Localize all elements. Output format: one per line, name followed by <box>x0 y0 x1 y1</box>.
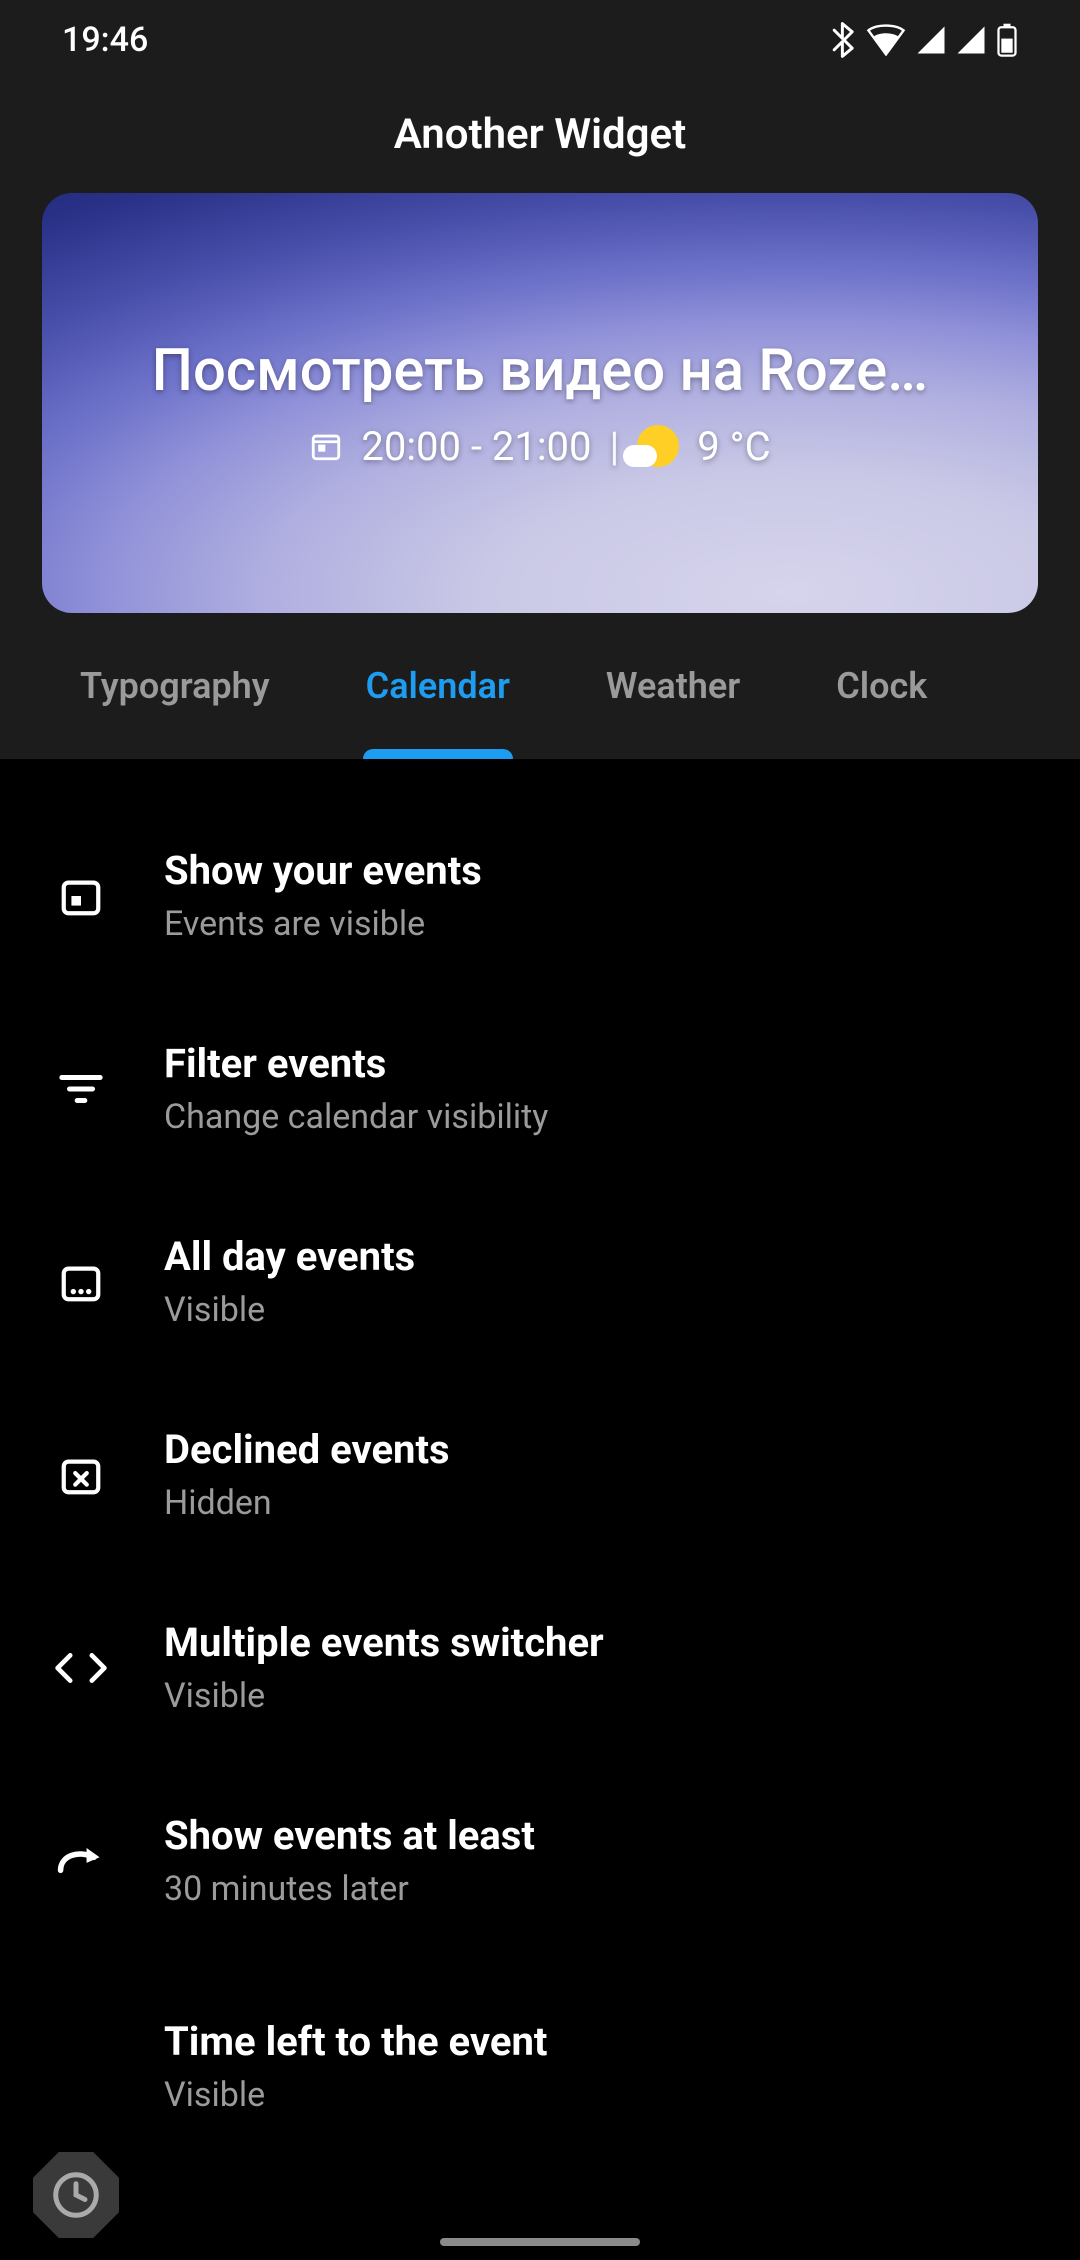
tab-weather[interactable]: Weather <box>558 613 788 759</box>
tab-typography[interactable]: Typography <box>0 613 318 759</box>
preview-event-title: Посмотреть видео на Roze… <box>152 337 928 405</box>
setting-subtitle: Change calendar visibility <box>164 1097 1028 1137</box>
setting-title: Multiple events switcher <box>164 1619 1028 1666</box>
clock-glyph <box>49 2168 103 2222</box>
widget-preview[interactable]: Посмотреть видео на Roze… 20:00 - 21:00 … <box>42 193 1038 613</box>
setting-filter-events[interactable]: Filter events Change calendar visibility <box>0 992 1080 1185</box>
calendar-icon <box>309 429 343 463</box>
setting-title: Show events at least <box>164 1812 1028 1859</box>
tab-label: Calendar <box>366 665 510 707</box>
setting-subtitle: Events are visible <box>164 904 1028 944</box>
setting-title: Time left to the event <box>164 2018 1028 2065</box>
preview-time: 20:00 - 21:00 <box>361 423 591 470</box>
tab-clock[interactable]: Clock <box>788 613 927 759</box>
tabs: Typography Calendar Weather Clock <box>0 613 1080 759</box>
clock-icon[interactable] <box>33 2152 119 2238</box>
calendar-week-icon <box>58 1259 104 1305</box>
redo-icon <box>55 1844 107 1878</box>
setting-subtitle: 30 minutes later <box>164 1869 1028 1909</box>
battery-icon <box>996 23 1018 57</box>
setting-title: Show your events <box>164 847 1028 894</box>
setting-title: Filter events <box>164 1040 1028 1087</box>
divider: | <box>609 423 619 470</box>
setting-multiple-events-switcher[interactable]: Multiple events switcher Visible <box>0 1571 1080 1764</box>
preview-temperature: 9 °C <box>697 423 770 470</box>
setting-subtitle: Visible <box>164 1676 1028 1716</box>
page-title: Another Widget <box>0 80 1080 189</box>
code-icon <box>54 1651 108 1685</box>
gesture-bar <box>440 2238 640 2246</box>
signal-2-icon <box>956 25 986 55</box>
setting-title: All day events <box>164 1233 1028 1280</box>
settings-list: Show your events Events are visible Filt… <box>0 759 1080 2127</box>
setting-subtitle: Visible <box>164 2075 1028 2115</box>
weather-sun-icon <box>637 425 679 467</box>
status-time: 19:46 <box>62 20 148 60</box>
status-icons <box>832 22 1018 58</box>
bluetooth-icon <box>832 22 856 58</box>
setting-all-day-events[interactable]: All day events Visible <box>0 1185 1080 1378</box>
setting-subtitle: Hidden <box>164 1483 1028 1523</box>
calendar-event-icon <box>58 873 104 919</box>
setting-time-left[interactable]: Time left to the event Visible <box>0 1957 1080 2127</box>
wifi-icon <box>866 24 906 56</box>
signal-1-icon <box>916 25 946 55</box>
setting-title: Declined events <box>164 1426 1028 1473</box>
setting-show-events[interactable]: Show your events Events are visible <box>0 799 1080 992</box>
setting-subtitle: Visible <box>164 1290 1028 1330</box>
setting-declined-events[interactable]: Declined events Hidden <box>0 1378 1080 1571</box>
tab-label: Weather <box>606 665 740 707</box>
tab-calendar[interactable]: Calendar <box>318 613 558 759</box>
tab-label: Clock <box>836 665 927 707</box>
tab-label: Typography <box>80 665 270 707</box>
calendar-cancel-icon <box>58 1452 104 1498</box>
status-bar: 19:46 <box>0 0 1080 80</box>
preview-subline: 20:00 - 21:00 | 9 °C <box>309 423 770 470</box>
filter-icon <box>58 1071 104 1107</box>
setting-show-events-at-least[interactable]: Show events at least 30 minutes later <box>0 1764 1080 1957</box>
